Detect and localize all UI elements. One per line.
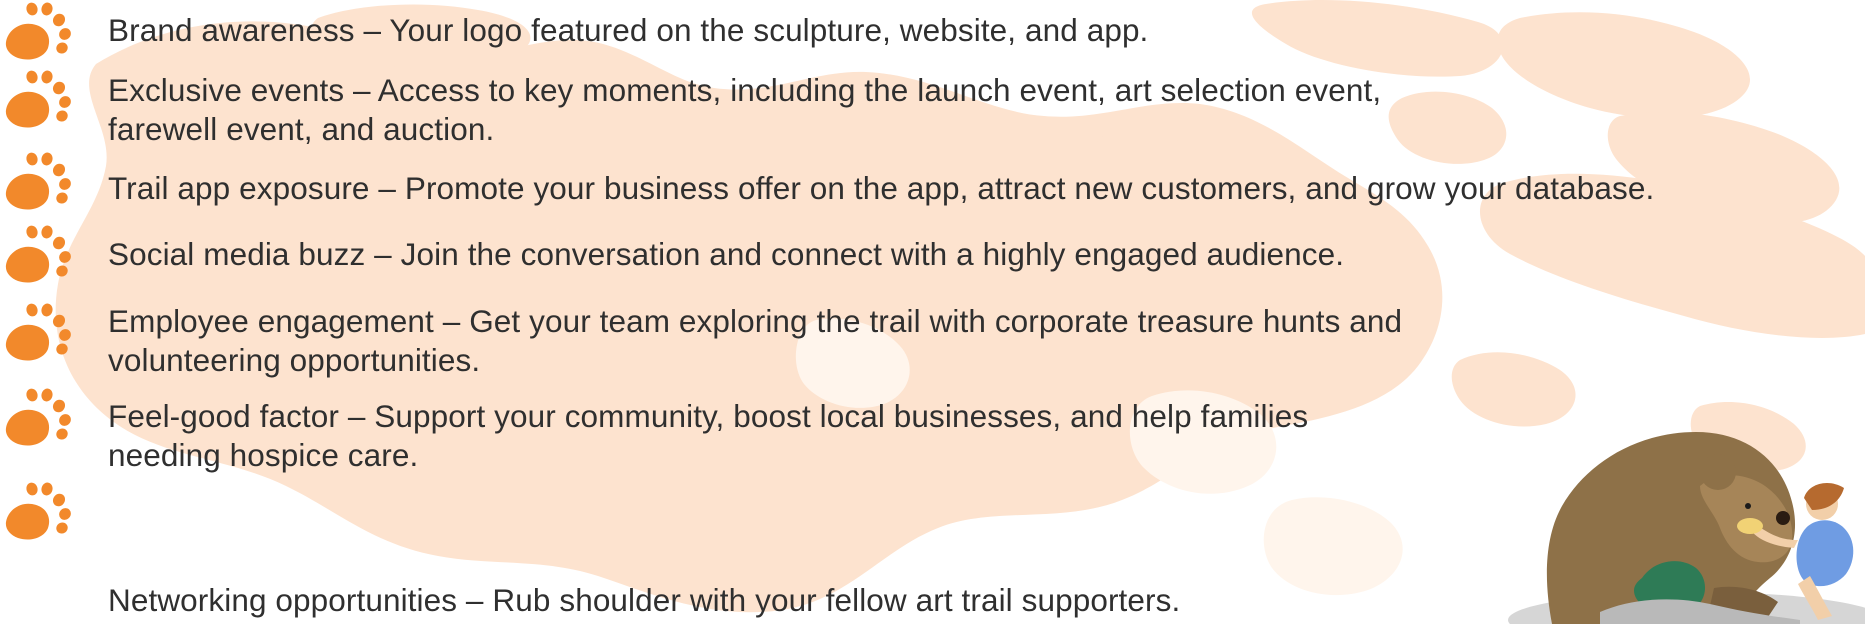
benefit-item: Feel-good factor – Support your communit…	[0, 386, 1865, 473]
benefit-text: Exclusive events – Access to key moments…	[108, 72, 1382, 147]
benefit-text: Social media buzz – Join the conversatio…	[108, 236, 1345, 272]
bear-paw-icon	[5, 70, 71, 128]
benefit-text: Feel-good factor – Support your communit…	[108, 398, 1309, 473]
benefit-item: Employee engagement – Get your team expl…	[0, 301, 1865, 381]
benefit-item: Exclusive events – Access to key moments…	[0, 68, 1865, 148]
benefit-item: Brand awareness – Your logo featured on …	[0, 0, 1865, 62]
bear-paw-icon	[5, 152, 71, 210]
bear-paw-icon	[5, 303, 71, 361]
bear-paw-icon	[5, 225, 71, 283]
sponsor-benefits-list: Brand awareness – Your logo featured on …	[0, 0, 1865, 624]
bear-paw-icon	[5, 482, 71, 540]
benefit-text: Employee engagement – Get your team expl…	[108, 303, 1403, 378]
bear-paw-icon	[5, 388, 71, 446]
bear-paw-icon	[5, 2, 71, 60]
benefit-item: Networking opportunities – Rub shoulder …	[0, 470, 1865, 618]
benefit-item: Social media buzz – Join the conversatio…	[0, 223, 1865, 285]
benefit-text: Trail app exposure – Promote your busine…	[108, 170, 1655, 206]
benefit-text: Brand awareness – Your logo featured on …	[108, 12, 1149, 48]
benefit-text: Networking opportunities – Rub shoulder …	[108, 582, 1181, 618]
benefit-item: Trail app exposure – Promote your busine…	[0, 150, 1865, 212]
